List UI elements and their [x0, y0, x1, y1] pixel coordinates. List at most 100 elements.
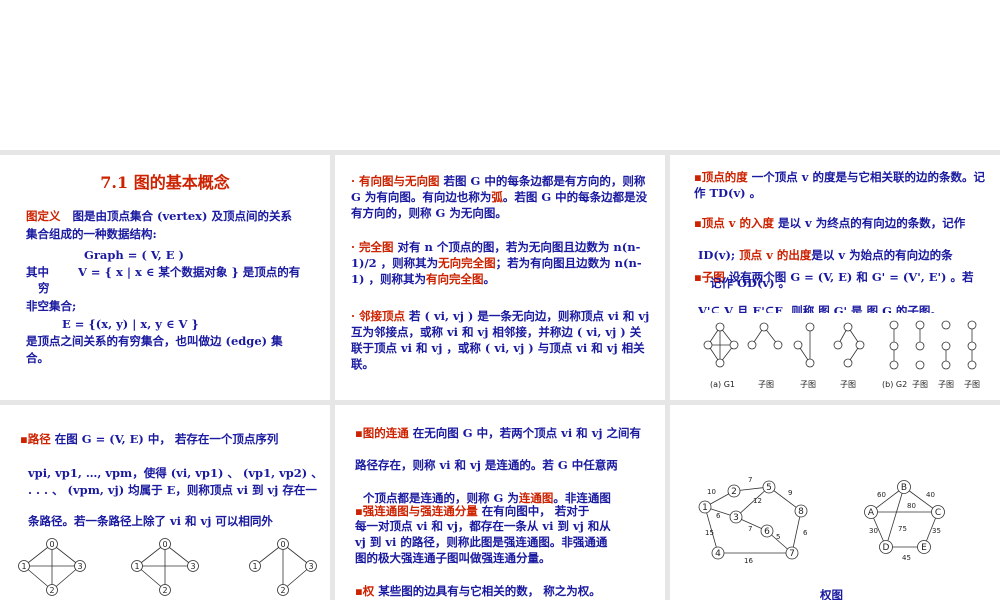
bullet-icon: ▪ [694, 216, 702, 230]
caption-subgraph-6: 子图 [964, 380, 980, 389]
graph-g2 [889, 320, 899, 370]
bullet-icon: ▪ [355, 584, 363, 598]
subgraph-figures: (a) G1 子图 子图 子图 (b) G2 子图 子图 子图 [703, 320, 980, 389]
complete-graph-item: · 完全图 对有 n 个顶点的图，若为无向图且边数为 n(n-1)/2 ，则称其… [351, 240, 642, 286]
weighted2-edge-1: 40 [926, 491, 935, 499]
subgraph-2 [793, 322, 815, 368]
bullet-icon: ▪ [694, 270, 702, 284]
weighted1-node-2-label: 2 [731, 487, 737, 497]
weighted1-edge-3: 6 [716, 512, 721, 520]
path-graph-3 [254, 543, 312, 591]
weighted1-edge-2: 9 [788, 489, 792, 497]
weighted2-edge-5: 35 [932, 527, 941, 535]
path-graph-2 [136, 543, 194, 591]
weighted-graph-1-nodes: 1234567810796127151665 [698, 476, 808, 565]
weighted2-edge-0: 60 [877, 491, 886, 499]
bullet-icon: · [351, 309, 356, 323]
path-sequence: vpi, vp1, …, vpm，使得 (vi, vp1) 、 (vp1, vp… [28, 466, 323, 480]
weighted1-edge-5: 7 [748, 525, 752, 533]
connectivity-line-2: 路径存在，则称 vi 和 vj 是连通的。若 G 中任意两 [355, 458, 618, 472]
definition-label: 图定义 [26, 209, 61, 223]
strong-line-4: 图的极大强连通子图叫做强连通分量。 [355, 551, 551, 565]
relation-line: 是顶点之间关系的有穷集合，也叫做边 (edge) 集 [26, 334, 283, 348]
path-node-1-2-label: 2 [162, 586, 167, 595]
caption-g2: (b) G2 [882, 380, 907, 389]
adjacent-vertex-item: · 邻接顶点 若 ( vi, vj ) 是一条无向边，则称顶点 vi 和 vj … [351, 309, 650, 371]
weighted2-node-E-label: E [921, 543, 927, 553]
weighted-graph-2-nodes: A B C D E 60 40 80 30 75 35 45 [864, 480, 945, 562]
subgraph-3 [833, 322, 865, 368]
weighted1-node-7-label: 7 [789, 549, 795, 559]
weighted1-node-6-label: 6 [764, 527, 770, 537]
weighted1-node-4-label: 4 [715, 549, 721, 559]
path-node-0-0-label: 0 [49, 540, 54, 549]
weighted1-edge-7: 16 [744, 557, 753, 565]
definition-text: 图定义 图是由顶点集合 (vertex) 及顶点间的关系 [26, 209, 292, 223]
caption-subgraph-4: 子图 [912, 380, 928, 389]
weighted1-node-8-label: 8 [798, 507, 804, 517]
nonempty-text: 非空集合; [26, 299, 77, 313]
path-node-2-2-label: 2 [280, 586, 285, 595]
directed-undirected-item: · 有向图与无向图 若图 G 中的每条边都是有方向的，则称 G 为有向图。有向边… [351, 174, 648, 220]
weighted1-edge-6: 15 [705, 529, 714, 537]
definition-line: 集合组成的一种数据结构: [26, 227, 157, 241]
graph-g1 [703, 322, 739, 368]
strong-line-2: 每一对顶点 vi 和 vj，都存在一条从 vi 到 vj 和从 [355, 519, 611, 533]
outdegree-notation: 记作 OD(v) 。 [710, 276, 791, 290]
weighted2-node-C-label: C [935, 508, 941, 518]
weighted1-node-1-label: 1 [702, 503, 708, 513]
strong-connectivity-item: ▪强连通图与强连通分量 在有向图中， 若对于 [355, 504, 590, 518]
weighted1-edge-9: 5 [776, 533, 780, 541]
weighted2-edge-3: 30 [869, 527, 878, 535]
slide-degree-subgraph[interactable]: ▪顶点的度 一个顶点 v 的度是与它相关联的边的条数。记作 TD(v) 。 ▪顶… [670, 155, 1000, 400]
caption-subgraph-2: 子图 [800, 380, 816, 389]
weighted1-edge-8: 6 [803, 529, 808, 537]
slide-title: 7.1 图的基本概念 [100, 173, 230, 192]
weighted1-edge-0: 10 [707, 488, 716, 496]
path-graph-1 [23, 543, 81, 591]
weighted2-node-B-label: B [901, 483, 907, 493]
bullet-icon: ▪ [355, 504, 363, 518]
path-graph-nodes: 0 1 2 3 0 1 2 3 0 1 2 3 [18, 538, 317, 596]
bullet-icon: ▪ [20, 432, 28, 446]
path-node-1-3-label: 3 [190, 562, 195, 571]
formula-edge-set: E = {(x, y) | x, y ∈ V } [62, 317, 199, 331]
formula-graph: Graph = ( V, E ) [84, 248, 184, 262]
relation-line-end: 合。 [26, 351, 49, 365]
path-node-2-1-label: 1 [252, 562, 257, 571]
weighted2-edge-6: 45 [902, 554, 911, 562]
slide-graph-types[interactable]: · 有向图与无向图 若图 G 中的每条边都是有方向的，则称 G 为有向图。有向边… [335, 155, 665, 400]
g2-subgraphs [915, 320, 977, 370]
slide-weighted-graphs[interactable]: 1 2 3 4 5 6 7 8 10 7 9 6 12 7 15 16 6 5 A B C D E 60 40 80 30 75 35… [670, 405, 1000, 600]
path-node-1-1-label: 1 [134, 562, 139, 571]
outdegree-item: ID(v); 顶点 v 的出度是以 v 为始点的有向边的条 [698, 248, 953, 262]
slide-connectivity[interactable]: ▪图的连通 在无向图 G 中，若两个顶点 vi 和 vj 之间有 路径存在，则称… [335, 405, 665, 600]
weighted-graph-caption: 权图 [820, 588, 843, 600]
slide-path[interactable]: ▪路径 在图 G = (V, E) 中， 若存在一个顶点序列 vpi, vp1,… [0, 405, 330, 600]
weighted1-edge-4: 12 [753, 497, 762, 505]
strong-line-3: vj 到 vi 的路径，则称此图是强连通图。非强通通 [355, 535, 608, 549]
weighted1-edge-1: 7 [748, 476, 752, 484]
weighted1-node-3-label: 3 [733, 513, 739, 523]
weighted1-node-5-label: 5 [766, 483, 772, 493]
caption-subgraph-1: 子图 [758, 380, 774, 389]
weighted2-edge-4: 75 [898, 525, 907, 533]
bullet-icon: · [351, 240, 356, 254]
path-node-2-0-label: 0 [280, 540, 285, 549]
caption-subgraph-5: 子图 [938, 380, 954, 389]
bullet-icon: ▪ [694, 170, 702, 184]
indegree-item: ▪顶点 v 的入度 是以 v 为终点的有向边的条数，记作 [694, 216, 966, 230]
degree-item: ▪顶点的度 一个顶点 v 的度是与它相关联的边的条数。记作 TD(v) 。 [694, 170, 985, 200]
path-node-2-3-label: 3 [308, 562, 313, 571]
weighted2-node-D-label: D [883, 543, 890, 553]
slide-graph-definition[interactable]: 7.1 图的基本概念 图定义 图是由顶点集合 (vertex) 及顶点间的关系 … [0, 155, 330, 400]
subgraph-1 [747, 322, 783, 350]
path-condition: . . . 、 (vpm, vj) 均属于 E，则称顶点 vi 到 vj 存在一 [28, 483, 317, 497]
path-node-0-3-label: 3 [77, 562, 82, 571]
path-simple: 条路径。若一条路径上除了 vi 和 vj 可以相同外 [28, 514, 273, 528]
caption-g1: (a) G1 [710, 380, 735, 389]
path-example-graphs: 0 1 2 3 0 1 2 3 0 1 2 3 [18, 538, 317, 596]
bullet-icon: · [351, 174, 356, 188]
weighted-graph-figures: 1234567810796127151665 ABCD E60 408030 75 35… [698, 476, 945, 565]
weighted2-edge-2: 80 [907, 502, 916, 510]
